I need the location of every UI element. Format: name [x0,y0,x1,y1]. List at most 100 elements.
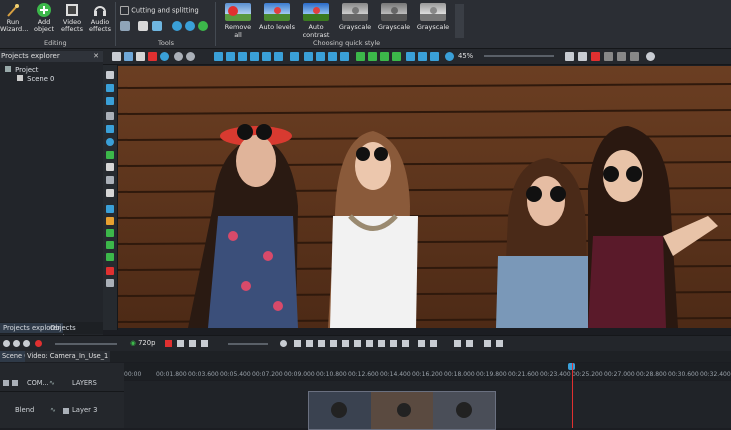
move-icon[interactable] [340,52,349,61]
arrow-up-icon[interactable] [356,52,365,61]
align-icon[interactable] [262,52,271,61]
shape-icon[interactable] [106,151,114,159]
circle-icon[interactable] [160,52,169,61]
move-icon[interactable] [304,52,313,61]
grid-icon[interactable] [630,52,639,61]
save-icon[interactable] [124,52,133,61]
quick-style-grayscale-2[interactable]: Grayscale [376,3,412,37]
ellipse-icon[interactable] [106,138,114,146]
redo-icon[interactable] [186,52,195,61]
quick-style-scroll[interactable] [455,4,464,38]
effect-icon[interactable] [106,267,114,275]
line-icon[interactable] [106,112,114,120]
tree-item-scene[interactable]: Scene 0 [17,75,54,83]
copy-icon[interactable] [136,52,145,61]
eye-icon[interactable] [12,380,18,386]
shape-icon[interactable] [106,84,114,92]
speed-icon[interactable] [198,21,208,31]
next-frame-icon[interactable] [390,340,397,347]
step-forward-icon[interactable] [354,340,361,347]
lock-icon[interactable] [3,380,9,386]
pointer-icon[interactable] [106,71,114,79]
audio-effects-button[interactable]: Audio effects [87,2,113,33]
align-icon[interactable] [226,52,235,61]
tool-icon[interactable] [454,340,461,347]
pause-icon[interactable] [366,340,373,347]
split-icon[interactable] [201,340,208,347]
repeat-icon[interactable] [189,340,196,347]
zoom-slider[interactable] [484,55,554,57]
prev-frame-icon[interactable] [306,340,313,347]
align-icon[interactable] [250,52,259,61]
video-effects-button[interactable]: Video effects [59,2,85,33]
resolution-select[interactable]: ◉ 720p [130,338,155,349]
rewind-icon[interactable] [318,340,325,347]
step-back-icon[interactable] [330,340,337,347]
marker-icon[interactable] [430,340,437,347]
marker-icon[interactable] [418,340,425,347]
fit-icon[interactable] [430,52,439,61]
undo-icon[interactable] [174,52,183,61]
quick-style-remove-all[interactable]: Remove all [220,3,256,39]
blend-mode-label[interactable]: Blend [15,406,34,414]
preview-icon[interactable] [578,52,587,61]
callout-icon[interactable] [106,189,114,197]
align-icon[interactable] [214,52,223,61]
volume-slider[interactable] [228,343,268,345]
chart-icon[interactable] [106,205,114,213]
rectangle-icon[interactable] [106,125,114,133]
align-icon[interactable] [238,52,247,61]
fit-timeline-icon[interactable] [23,340,30,347]
clock-icon[interactable] [280,340,287,347]
record-icon[interactable] [591,52,600,61]
delete-icon[interactable] [148,52,157,61]
run-wizard-button[interactable]: Run Wizard... [0,2,28,33]
settings-gear-icon[interactable] [646,52,655,61]
subtitle-icon[interactable] [106,176,114,184]
arrow-up-icon[interactable] [368,52,377,61]
zoom-level[interactable]: 45% [458,51,480,62]
quick-style-grayscale-3[interactable]: Grayscale [415,3,451,37]
tool-icon[interactable] [120,21,130,31]
audio-icon[interactable] [106,253,114,261]
tab-objects-explorer[interactable]: Objects explorer [47,323,103,342]
tool-icon[interactable] [484,340,491,347]
arrow-down-icon[interactable] [380,52,389,61]
align-icon[interactable] [274,52,283,61]
quick-style-auto-levels[interactable]: Auto levels [259,3,295,37]
stop-icon[interactable] [165,340,172,347]
tab-video[interactable]: Video: Camera_In_Use_1 [25,351,111,362]
image-icon[interactable] [106,229,114,237]
tool-icon[interactable] [496,340,503,347]
tree-item-project[interactable]: Project [5,66,38,74]
animation-icon[interactable] [106,217,114,225]
record-icon[interactable] [35,340,42,347]
text-icon[interactable] [106,163,114,171]
zoom-icon[interactable] [445,52,454,61]
timeline-zoom-slider[interactable] [55,343,117,345]
new-icon[interactable] [112,52,121,61]
fit-icon[interactable] [406,52,415,61]
zoom-out-icon[interactable] [13,340,20,347]
grid-icon[interactable] [617,52,626,61]
move-icon[interactable] [106,279,114,287]
layout-icon[interactable] [290,52,299,61]
rotate-left-icon[interactable] [172,21,182,31]
move-icon[interactable] [328,52,337,61]
preview-canvas[interactable] [118,66,731,328]
fit-icon[interactable] [418,52,427,61]
grid-icon[interactable] [604,52,613,61]
cutting-splitting-button[interactable]: Cutting and splitting [120,6,199,15]
crop-icon[interactable] [152,21,162,31]
snapshot-icon[interactable] [565,52,574,61]
rotate-right-icon[interactable] [185,21,195,31]
video-icon[interactable] [106,241,114,249]
skip-end-icon[interactable] [402,340,409,347]
zoom-in-icon[interactable] [3,340,10,347]
play-icon[interactable] [342,340,349,347]
skip-start-icon[interactable] [294,340,301,347]
video-clip[interactable] [308,391,496,430]
quick-style-grayscale-1[interactable]: Grayscale [337,3,373,37]
quick-style-auto-contrast[interactable]: Auto contrast [298,3,334,39]
text-tool-icon[interactable] [138,21,148,31]
